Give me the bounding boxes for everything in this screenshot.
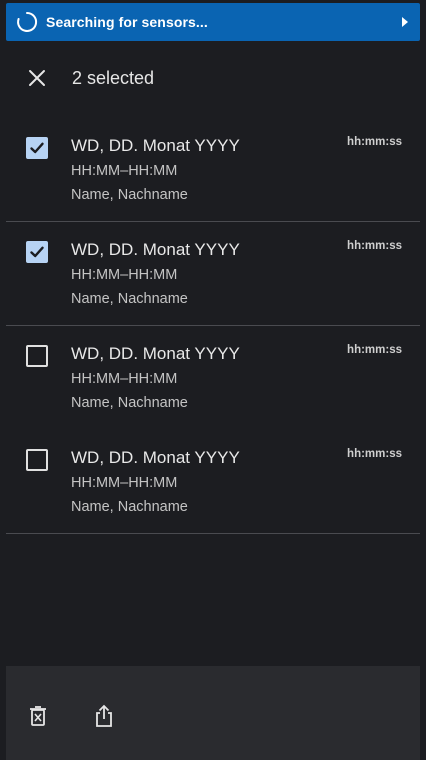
item-date: WD, DD. Monat YYYY <box>71 448 240 467</box>
item-duration: hh:mm:ss <box>347 448 402 460</box>
selection-header: 2 selected <box>6 58 420 98</box>
spinner-icon <box>16 11 38 33</box>
item-date: WD, DD. Monat YYYY <box>71 240 240 259</box>
item-name: Name, Nachname <box>71 291 188 307</box>
screen: Searching for sensors... 2 selected WD, … <box>0 0 426 760</box>
list-item[interactable]: WD, DD. Monat YYYY HH:MM–HH:MM Name, Nac… <box>6 118 420 222</box>
banner-text: Searching for sensors... <box>46 14 208 30</box>
item-name: Name, Nachname <box>71 395 188 411</box>
chevron-right-icon[interactable] <box>402 17 408 27</box>
list-item[interactable]: WD, DD. Monat YYYY HH:MM–HH:MM Name, Nac… <box>6 222 420 326</box>
checkbox-checked[interactable] <box>26 137 48 159</box>
share-icon[interactable] <box>92 704 116 728</box>
item-date: WD, DD. Monat YYYY <box>71 136 240 155</box>
item-duration: hh:mm:ss <box>347 136 402 148</box>
list-item[interactable]: WD, DD. Monat YYYY HH:MM–HH:MM Name, Nac… <box>6 430 420 534</box>
item-time-range: HH:MM–HH:MM <box>71 163 178 179</box>
item-name: Name, Nachname <box>71 187 188 203</box>
item-date: WD, DD. Monat YYYY <box>71 344 240 363</box>
sensor-search-banner[interactable]: Searching for sensors... <box>6 3 420 41</box>
selected-count: 2 selected <box>72 67 155 88</box>
item-time-range: HH:MM–HH:MM <box>71 371 178 387</box>
item-name: Name, Nachname <box>71 499 188 515</box>
list-item[interactable]: WD, DD. Monat YYYY HH:MM–HH:MM Name, Nac… <box>6 326 420 430</box>
item-duration: hh:mm:ss <box>347 344 402 356</box>
delete-icon[interactable] <box>26 704 50 728</box>
item-time-range: HH:MM–HH:MM <box>71 267 178 283</box>
item-duration: hh:mm:ss <box>347 240 402 252</box>
checkbox-unchecked[interactable] <box>26 345 48 367</box>
bottom-action-bar <box>6 666 420 760</box>
checkbox-unchecked[interactable] <box>26 449 48 471</box>
checkbox-checked[interactable] <box>26 241 48 263</box>
item-time-range: HH:MM–HH:MM <box>71 475 178 491</box>
session-list: WD, DD. Monat YYYY HH:MM–HH:MM Name, Nac… <box>6 118 420 534</box>
close-icon[interactable] <box>26 67 48 89</box>
